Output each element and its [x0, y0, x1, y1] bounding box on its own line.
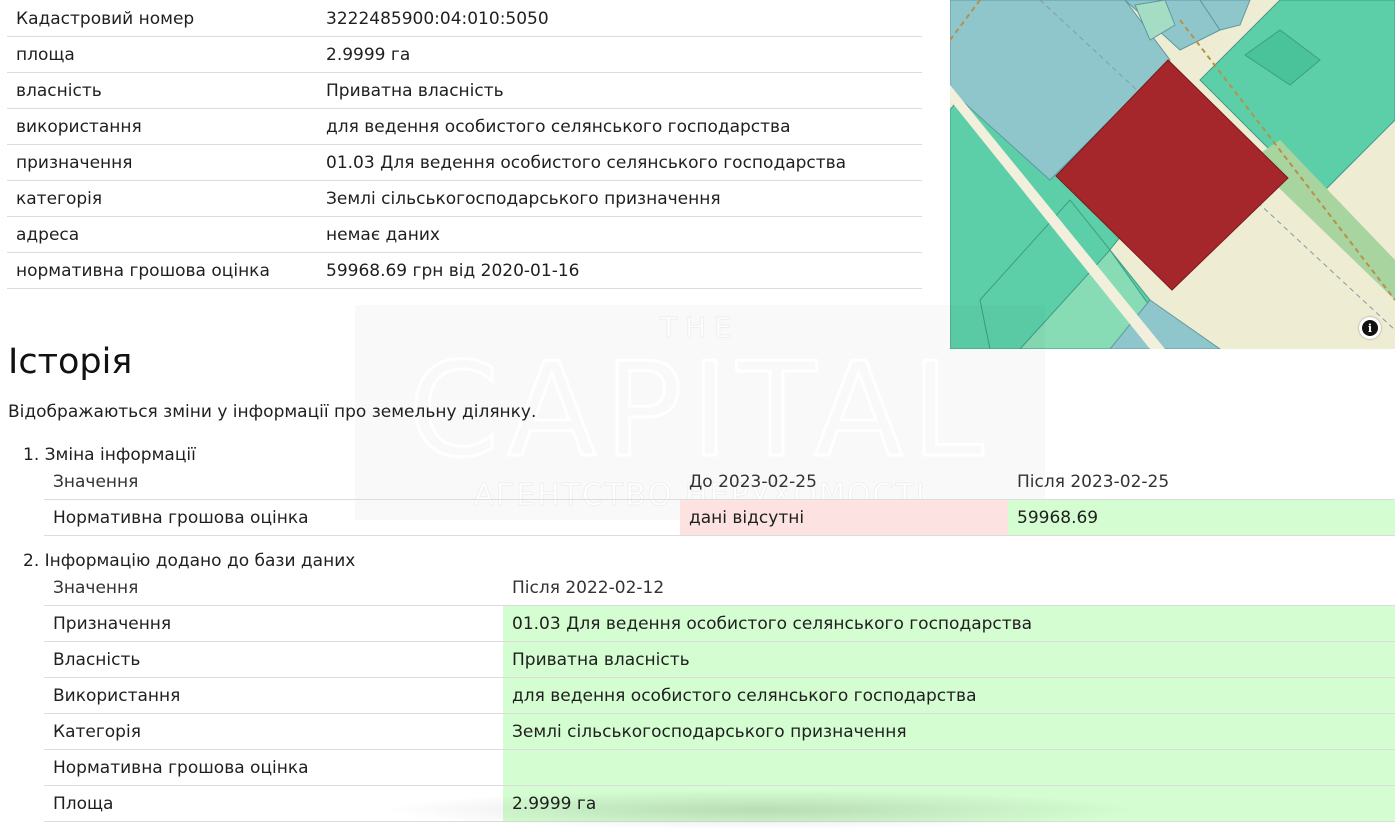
property-label: нормативна грошова оцінка	[7, 252, 317, 289]
property-row: Кадастровий номер 3222485900:04:010:5050	[7, 1, 922, 37]
table-row: Категорія Землі сільськогосподарського п…	[44, 713, 1395, 750]
property-row: адреса немає даних	[7, 216, 922, 253]
field-cell: Нормативна грошова оцінка	[44, 499, 680, 536]
property-label: адреса	[7, 216, 317, 253]
field-cell: Категорія	[44, 713, 503, 750]
table-row: Нормативна грошова оцінка	[44, 749, 1395, 786]
history-entry-title: 2. Інформацію додано до бази даних	[23, 551, 356, 571]
history-title: Історія	[8, 342, 133, 382]
table-row: Площа 2.9999 га	[44, 785, 1395, 822]
property-label: призначення	[7, 144, 317, 181]
property-value: 2.9999 га	[317, 36, 922, 73]
watermark-line1: THE	[659, 311, 740, 344]
property-row: площа 2.9999 га	[7, 36, 922, 73]
after-value-cell: Приватна власність	[503, 641, 1395, 678]
history-change-table: Значення До 2023-02-25 Після 2023-02-25 …	[44, 465, 1395, 536]
info-icon: i	[1362, 320, 1378, 336]
property-row: категорія Землі сільськогосподарського п…	[7, 180, 922, 217]
field-cell: Площа	[44, 785, 503, 822]
field-cell: Нормативна грошова оцінка	[44, 749, 503, 786]
table-row: Призначення 01.03 Для ведення особистого…	[44, 605, 1395, 642]
property-value: 3222485900:04:010:5050	[317, 1, 922, 37]
after-value-cell: для ведення особистого селянського госпо…	[503, 677, 1395, 714]
property-row: нормативна грошова оцінка 59968.69 грн в…	[7, 252, 922, 289]
column-header: До 2023-02-25	[680, 465, 1008, 500]
map-info-button[interactable]: i	[1359, 317, 1381, 339]
history-added-table: Значення Після 2022-02-12 Призначення 01…	[44, 571, 1395, 822]
history-entry-title: 1. Зміна інформації	[23, 445, 196, 465]
property-row: призначення 01.03 Для ведення особистого…	[7, 144, 922, 181]
property-value: немає даних	[317, 216, 922, 253]
property-value: 01.03 Для ведення особистого селянського…	[317, 144, 922, 181]
table-row: Використання для ведення особистого селя…	[44, 677, 1395, 714]
table-row: Власність Приватна власність	[44, 641, 1395, 678]
property-value: для ведення особистого селянського госпо…	[317, 108, 922, 145]
history-description: Відображаються зміни у інформації про зе…	[8, 402, 537, 422]
after-value-cell: 01.03 Для ведення особистого селянського…	[503, 605, 1395, 642]
table-header-row: Значення Після 2022-02-12	[44, 571, 1395, 606]
after-value-cell: 59968.69	[1008, 499, 1395, 536]
property-value: Землі сільськогосподарського призначення	[317, 180, 922, 217]
parcel-map[interactable]: i	[950, 0, 1395, 349]
property-row: власність Приватна власність	[7, 72, 922, 109]
field-cell: Використання	[44, 677, 503, 714]
field-cell: Власність	[44, 641, 503, 678]
table-header-row: Значення До 2023-02-25 Після 2023-02-25	[44, 465, 1395, 500]
property-value: Приватна власність	[317, 72, 922, 109]
property-label: категорія	[7, 180, 317, 217]
after-value-cell	[503, 749, 1395, 786]
column-header: Значення	[44, 465, 680, 500]
property-label: власність	[7, 72, 317, 109]
column-header: Після 2023-02-25	[1008, 465, 1395, 500]
table-row: Нормативна грошова оцінка дані відсутні …	[44, 499, 1395, 536]
property-value: 59968.69 грн від 2020-01-16	[317, 252, 922, 289]
column-header: Значення	[44, 571, 503, 606]
property-table: Кадастровий номер 3222485900:04:010:5050…	[7, 1, 922, 289]
property-label: Кадастровий номер	[7, 1, 317, 37]
property-label: використання	[7, 108, 317, 145]
property-label: площа	[7, 36, 317, 73]
map-canvas[interactable]	[950, 0, 1395, 349]
property-row: використання для ведення особистого селя…	[7, 108, 922, 145]
after-value-cell: 2.9999 га	[503, 785, 1395, 822]
field-cell: Призначення	[44, 605, 503, 642]
before-value-cell: дані відсутні	[680, 499, 1008, 536]
column-header: Після 2022-02-12	[503, 571, 1395, 606]
after-value-cell: Землі сільськогосподарського призначення	[503, 713, 1395, 750]
